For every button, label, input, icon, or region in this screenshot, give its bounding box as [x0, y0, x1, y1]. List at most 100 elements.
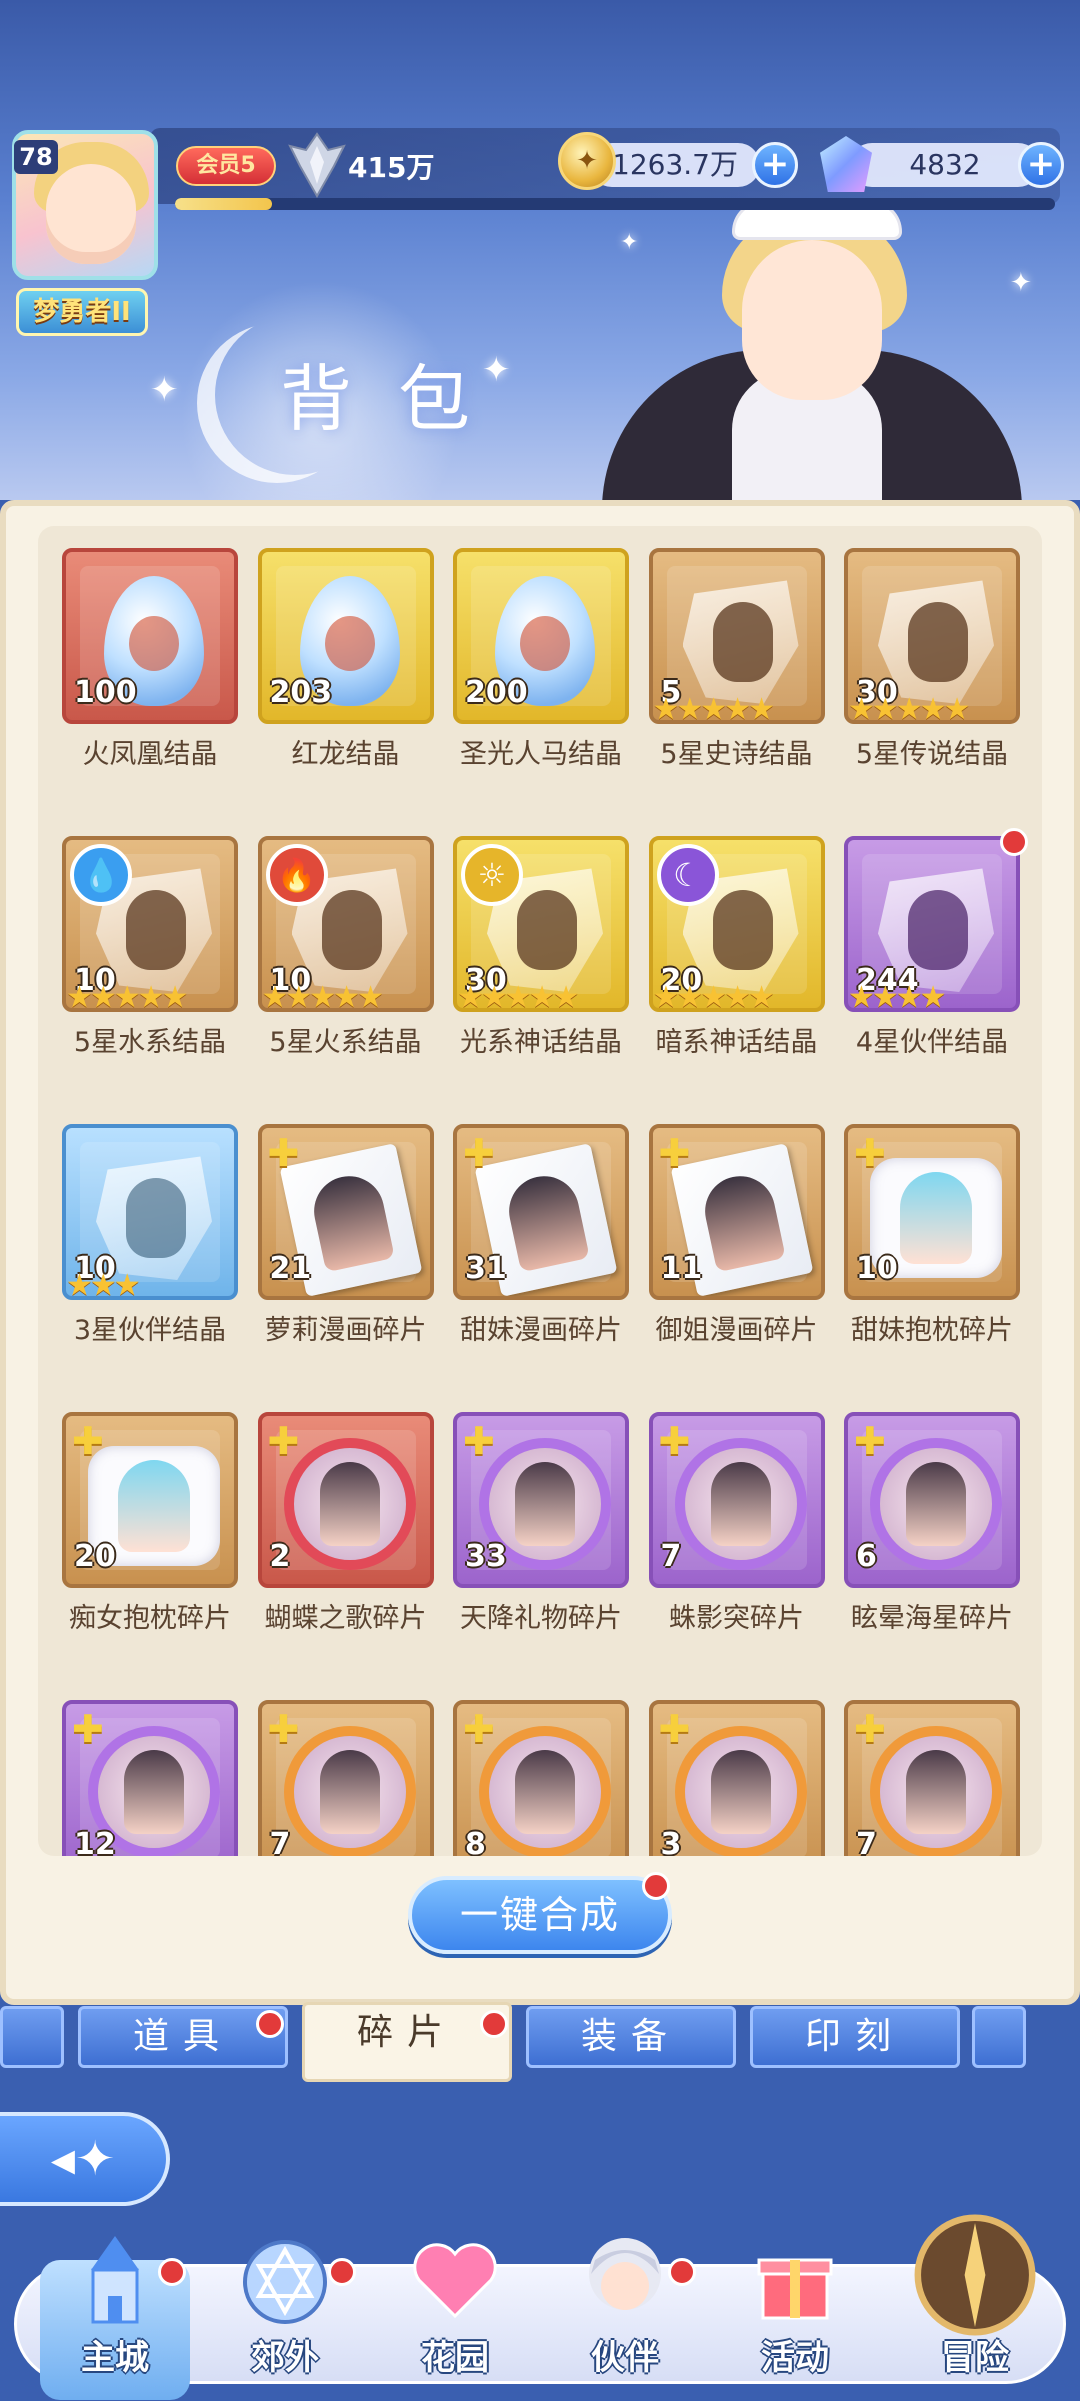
item-name: 火凤凰结晶	[82, 739, 218, 770]
item-tile[interactable]: ✚ 33	[453, 1412, 629, 1588]
vip-badge[interactable]: 会员5	[176, 146, 276, 186]
nav-notification-dot	[158, 2258, 186, 2286]
inventory-item[interactable]: 5 ★★★★★ 5星史诗结晶	[648, 548, 825, 771]
item-tile[interactable]: 💧 10 ★★★★★	[62, 836, 238, 1012]
inventory-item[interactable]: ✚7蛋糕派对碎片	[844, 1700, 1020, 1856]
item-tile[interactable]: ✚ 2	[257, 1412, 434, 1588]
collapse-back-button[interactable]: ◂✦	[0, 2112, 170, 2206]
item-tile[interactable]: ✚ 21	[257, 1124, 434, 1300]
inventory-item[interactable]: ✚ 2 蝴蝶之歌碎片	[257, 1412, 434, 1635]
puzzle-piece-icon: ✚	[658, 1131, 691, 1175]
inventory-item[interactable]: ✚ 33 天降礼物碎片	[453, 1412, 629, 1635]
sparkle-icon: ✦	[150, 370, 179, 410]
item-tile[interactable]: ✚ 7	[844, 1700, 1020, 1856]
item-tile[interactable]: ✚ 8	[453, 1700, 629, 1856]
item-tile[interactable]: 5 ★★★★★	[648, 548, 825, 724]
puzzle-piece-icon: ✚	[72, 1707, 104, 1751]
inventory-item[interactable]: 200 圣光人马结晶	[453, 548, 629, 771]
gift-box-icon	[757, 2258, 833, 2320]
inventory-item[interactable]: ☼ 30 ★★★★★ 光系神话结晶	[453, 836, 629, 1059]
nav-events[interactable]: 活动	[710, 2230, 880, 2400]
item-tile[interactable]: ✚ 7	[257, 1700, 434, 1856]
nav-outskirts[interactable]: 郊外	[200, 2230, 370, 2400]
inventory-item[interactable]: ✚ 20 痴女抱枕碎片	[62, 1412, 238, 1635]
item-tile[interactable]: ✚ 20	[62, 1412, 238, 1588]
item-tile[interactable]: 200	[453, 548, 629, 724]
inventory-grid-area[interactable]: 100 火凤凰结晶 203 红龙结晶 200 圣光人马结晶 5 ★★★★★ 5星史诗结晶 30 ★★…	[38, 526, 1042, 1856]
puzzle-piece-icon: ✚	[463, 1131, 495, 1175]
item-quantity: 11	[660, 1251, 703, 1286]
tab-fragments[interactable]: 碎片	[302, 2002, 512, 2082]
nav-label: 伙伴	[591, 2338, 659, 2378]
inventory-item[interactable]: ☾ 20 ★★★★★ 暗系神话结晶	[648, 836, 825, 1059]
star-rating-icon: ★★★★★	[652, 692, 775, 724]
inventory-item[interactable]: ✚3炽焰驰援碎片	[648, 1700, 825, 1856]
inventory-item[interactable]: 💧 10 ★★★★★ 5星水系结晶	[62, 836, 238, 1059]
tab-scroll-right[interactable]	[972, 2006, 1026, 2068]
item-tile[interactable]: ✚ 10	[844, 1124, 1020, 1300]
nav-partners[interactable]: 伙伴	[540, 2230, 710, 2400]
tab-engraving[interactable]: 印刻	[750, 2006, 960, 2068]
item-name: 5星史诗结晶	[660, 739, 813, 770]
tab-items[interactable]: 道具	[78, 2006, 288, 2068]
inventory-item[interactable]: ✚ 21 萝莉漫画碎片	[257, 1124, 434, 1347]
puzzle-piece-icon: ✚	[658, 1707, 691, 1751]
maid-character-art	[592, 200, 1032, 500]
nav-label: 主城	[81, 2338, 149, 2378]
heart-icon	[413, 2243, 497, 2319]
item-name: 5星水系结晶	[73, 1027, 227, 1058]
inventory-item[interactable]: ✚ 11 御姐漫画碎片	[648, 1124, 825, 1347]
nav-main-city[interactable]: 主城	[30, 2230, 200, 2400]
item-tile[interactable]: ✚ 7	[648, 1412, 825, 1588]
item-quantity: 20	[74, 1539, 116, 1574]
inventory-item[interactable]: 10 ★★★ 3星伙伴结晶	[62, 1124, 238, 1347]
item-tile[interactable]: ✚ 3	[648, 1700, 825, 1856]
tab-equipment[interactable]: 装备	[526, 2006, 736, 2068]
inventory-item[interactable]: 203 红龙结晶	[257, 548, 434, 771]
item-name: 痴女抱枕碎片	[69, 1603, 231, 1634]
inventory-item[interactable]: 244 ★★★★ 4星伙伴结晶	[844, 828, 1028, 1059]
castle-icon	[91, 2236, 139, 2324]
item-name: 5星传说结晶	[855, 739, 1009, 770]
puzzle-piece-icon: ✚	[854, 1707, 886, 1751]
item-tile[interactable]: 100	[62, 548, 238, 724]
inventory-item[interactable]: ✚12圣灯惩戒碎片	[62, 1700, 238, 1856]
item-tile[interactable]: 203	[257, 548, 434, 724]
inventory-item[interactable]: ✚ 31 甜妹漫画碎片	[453, 1124, 629, 1347]
item-name: 眩晕海星碎片	[851, 1603, 1013, 1634]
item-tile[interactable]: ✚ 31	[453, 1124, 629, 1300]
synthesize-all-button[interactable]: 一键合成	[408, 1876, 672, 1954]
tab-scroll-left[interactable]	[0, 2006, 64, 2068]
inventory-item[interactable]: 100 火凤凰结晶	[62, 548, 238, 771]
item-name: 圣光人马结晶	[460, 739, 622, 770]
item-name: 3星伙伴结晶	[73, 1315, 227, 1346]
item-tile[interactable]: ☼ 30 ★★★★★	[453, 836, 629, 1012]
inventory-item[interactable]: ✚ 6 眩晕海星碎片	[844, 1412, 1020, 1635]
power-trophy-icon	[288, 132, 346, 198]
star-rating-icon: ★★★★★	[848, 692, 970, 724]
inventory-item[interactable]: 🔥 10 ★★★★★ 5星火系结晶	[257, 836, 434, 1059]
item-tile[interactable]: ✚ 12	[62, 1700, 238, 1856]
nav-garden[interactable]: 花园	[370, 2230, 540, 2400]
inventory-item[interactable]: ✚8弱点狙击碎片	[453, 1700, 629, 1856]
item-quantity: 10	[856, 1251, 898, 1286]
item-name: 天降礼物碎片	[460, 1603, 622, 1634]
add-gems-button[interactable]: +	[1018, 142, 1064, 188]
inventory-item[interactable]: ✚7水族洗礼碎片	[257, 1700, 434, 1856]
item-name: 红龙结晶	[291, 739, 400, 770]
item-tile[interactable]: ✚ 11	[648, 1124, 825, 1300]
item-tile[interactable]: ✚ 6	[844, 1412, 1020, 1588]
item-tile[interactable]: 10 ★★★	[62, 1124, 238, 1300]
puzzle-piece-icon: ✚	[658, 1419, 691, 1463]
item-tile[interactable]: 244 ★★★★	[844, 836, 1020, 1012]
exp-progress-bar	[175, 198, 1055, 210]
inventory-item[interactable]: ✚ 10 甜妹抱枕碎片	[844, 1124, 1020, 1347]
add-gold-button[interactable]: +	[752, 142, 798, 188]
nav-adventure[interactable]: 冒险	[890, 2214, 1060, 2400]
item-tile[interactable]: ☾ 20 ★★★★★	[648, 836, 825, 1012]
item-tile[interactable]: 🔥 10 ★★★★★	[257, 836, 434, 1012]
inventory-item[interactable]: ✚ 7 蛛影突碎片	[648, 1412, 825, 1635]
inventory-item[interactable]: 30 ★★★★★ 5星传说结晶	[844, 548, 1020, 771]
item-name: 御姐漫画碎片	[655, 1315, 818, 1346]
item-tile[interactable]: 30 ★★★★★	[844, 548, 1020, 724]
